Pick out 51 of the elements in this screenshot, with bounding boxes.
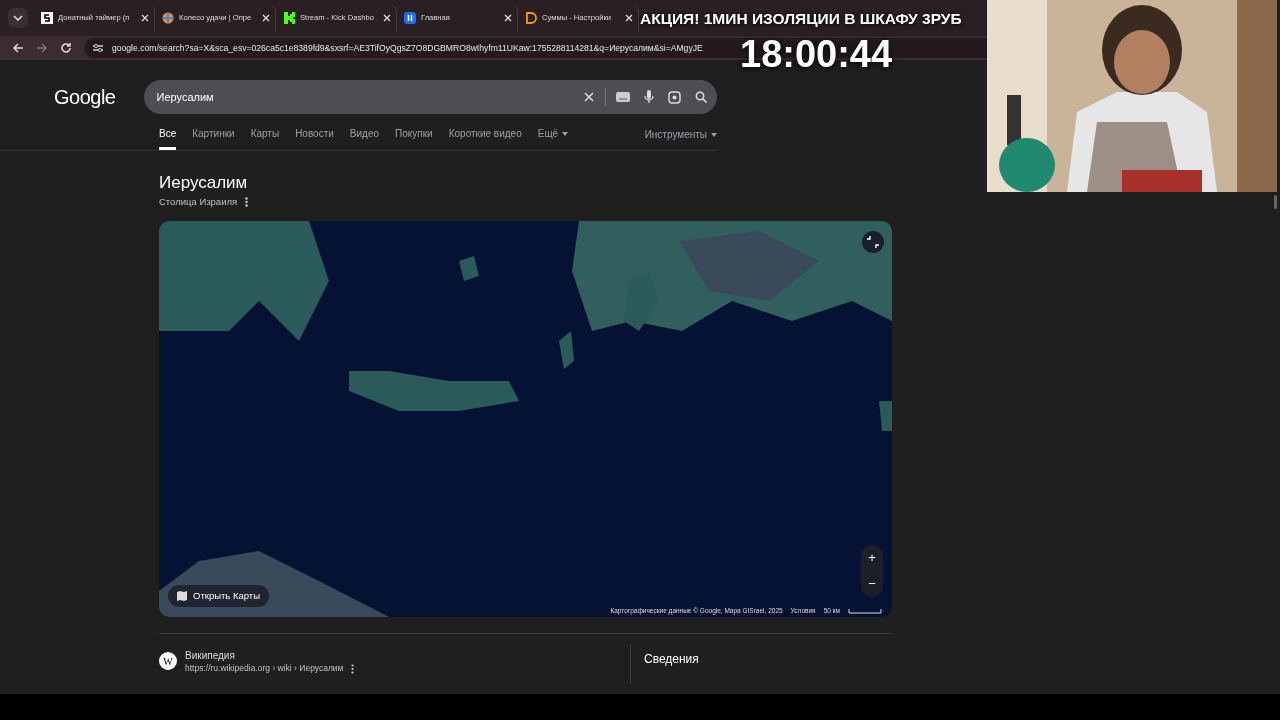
result-url[interactable]: https://ru.wikipedia.org › wiki › Иерусалим: [185, 662, 344, 675]
close-icon[interactable]: [504, 14, 512, 22]
d-logo-icon: [525, 12, 537, 24]
tools-menu[interactable]: Инструменты: [644, 127, 717, 150]
exit-fullscreen-icon[interactable]: [862, 231, 884, 254]
s-logo-icon: [41, 12, 53, 24]
search-tab[interactable]: Все: [159, 126, 177, 150]
search-tab[interactable]: Короткие видео: [448, 126, 522, 150]
camera-icon[interactable]: [667, 90, 681, 104]
scale-bar: [848, 608, 882, 614]
k-logo-icon: [283, 12, 295, 24]
map-icon: [177, 591, 187, 602]
more-menu[interactable]: Ещё: [537, 126, 569, 150]
caret-icon: [562, 131, 569, 136]
search-field[interactable]: Иерусалим: [143, 80, 717, 114]
more-icon[interactable]: [351, 663, 355, 674]
scrollbar-thumb[interactable]: [1274, 195, 1277, 209]
microphone-icon[interactable]: [643, 90, 654, 104]
keyboard-icon[interactable]: [615, 92, 630, 102]
more-icon[interactable]: [245, 197, 249, 208]
chevron-down-icon: [13, 15, 23, 21]
panel-heading: Сведения: [644, 651, 699, 669]
zoom-in-button[interactable]: +: [868, 551, 876, 566]
wheel-icon: [162, 12, 174, 24]
search-tab[interactable]: Картинки: [192, 126, 235, 150]
close-icon[interactable]: [383, 14, 391, 22]
back-arrow-icon[interactable]: [12, 42, 24, 54]
caret-icon: [711, 132, 717, 137]
pause-logo-icon: [404, 12, 416, 24]
search-icon[interactable]: [694, 91, 707, 103]
result-source[interactable]: Википедия: [185, 650, 355, 663]
banner-text: АКЦИЯ! 1МИН ИЗОЛЯЦИИ В ШКАФУ 3РУБ: [640, 9, 962, 29]
entity-subtitle: Столица Израиля: [159, 195, 238, 209]
search-tab[interactable]: Покупки: [395, 126, 433, 150]
search-tab[interactable]: Карты: [250, 126, 280, 150]
close-icon[interactable]: [141, 14, 149, 22]
url-text: google.com/search?sa=X&sca_esv=026ca5c1e8389fd9&sxsrf=AE3TifOyQgsZ7O8DGBMRO8wIhyfm11UKaw:1755288114281&q=Иерусалим&si=AMgyJE: [112, 41, 703, 55]
wikipedia-favicon: W: [159, 652, 177, 671]
zoom-out-button[interactable]: −: [868, 577, 876, 592]
tab-list-button[interactable]: [8, 8, 28, 28]
forward-arrow-icon[interactable]: [36, 42, 48, 54]
site-settings-icon: [92, 43, 104, 53]
search-tab[interactable]: Новости: [295, 126, 334, 150]
entity-title: Иерусалим: [159, 173, 249, 193]
clear-icon[interactable]: [582, 91, 595, 103]
reload-icon[interactable]: [60, 42, 72, 54]
search-tab[interactable]: Видео: [349, 126, 380, 150]
google-logo: Google: [54, 85, 116, 110]
close-icon[interactable]: [625, 14, 633, 22]
close-icon[interactable]: [262, 14, 270, 22]
open-maps-button[interactable]: Открыть Карты: [168, 585, 270, 608]
